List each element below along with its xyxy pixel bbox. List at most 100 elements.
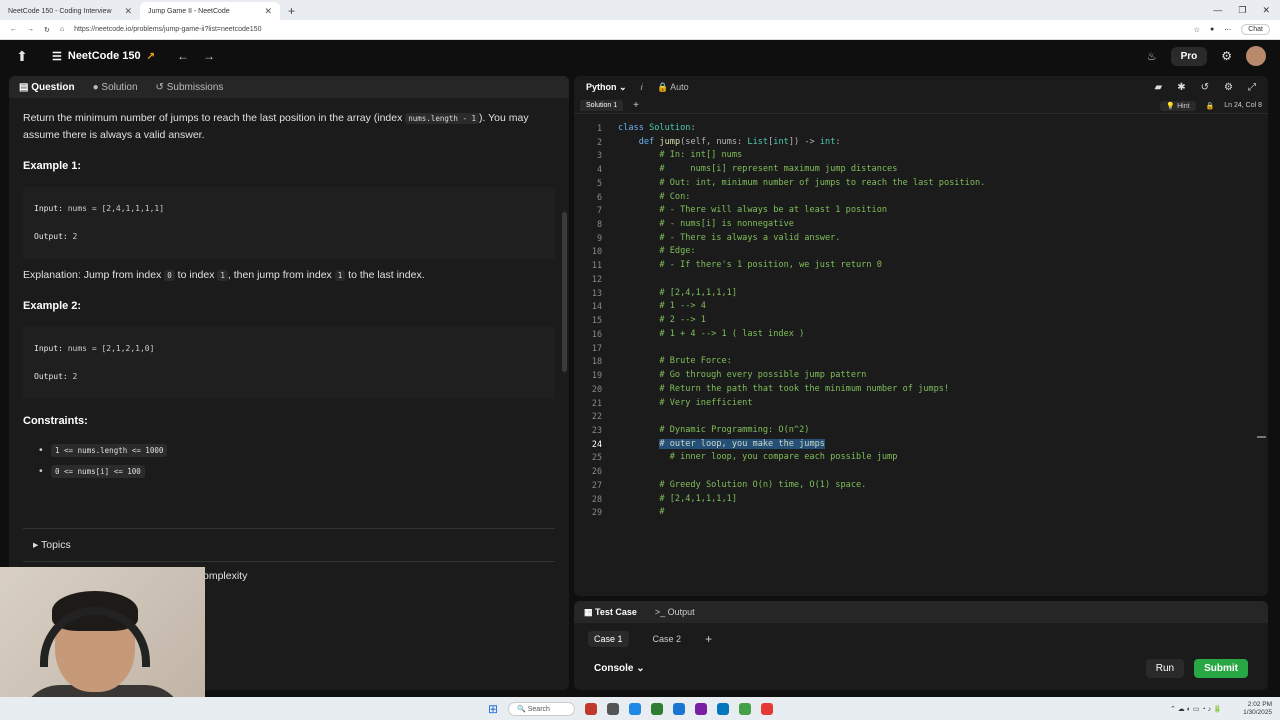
run-button[interactable]: Run	[1145, 659, 1185, 678]
url-field[interactable]: https://neetcode.io/problems/jump-game-i…	[74, 26, 1184, 33]
app-icon[interactable]	[716, 702, 729, 715]
case-1-tab[interactable]: Case 1	[588, 631, 629, 647]
maximize-icon[interactable]: ❐	[1238, 5, 1246, 16]
settings-icon[interactable]: ⚙	[1224, 82, 1233, 93]
reset-icon[interactable]: ↺	[1201, 82, 1209, 93]
app-icon[interactable]	[760, 702, 773, 715]
code-line: 28 # [2,4,1,1,1,1]	[574, 492, 1268, 506]
browser-tab-jump-game[interactable]: Jump Game II - NeetCode ✕	[140, 2, 280, 20]
mode-label: Auto	[670, 81, 689, 92]
chat-button[interactable]: Chat	[1241, 24, 1270, 35]
prev-problem-icon[interactable]: ←	[177, 49, 189, 63]
external-link-icon[interactable]: ↗	[147, 51, 155, 62]
topics-label: Topics	[41, 539, 71, 551]
hint-button[interactable]: 💡 Hint	[1160, 100, 1196, 111]
brand-label: NeetCode 150	[67, 50, 141, 62]
settings-icon[interactable]: ⚙	[1221, 49, 1232, 63]
code-line: 16 # 1 + 4 --> 1 ( last index )	[574, 327, 1268, 341]
app-icon[interactable]	[694, 702, 707, 715]
line-number: 6	[596, 191, 602, 202]
fullscreen-icon[interactable]: ⤢	[1248, 82, 1256, 93]
auto-mode[interactable]: 🔒 Auto	[657, 82, 689, 93]
close-icon[interactable]: ✕	[124, 6, 132, 17]
notes-icon[interactable]: ▰	[1155, 82, 1163, 93]
code-text: # Return the path that took the minimum …	[618, 383, 950, 394]
code-text: # Greedy Solution O(n) time, O(1) space.	[618, 479, 867, 490]
taskbar-search[interactable]: 🔍 Search	[508, 701, 575, 716]
case-2-tab[interactable]: Case 2	[647, 631, 688, 647]
pro-button[interactable]: Pro	[1170, 46, 1208, 66]
info-icon[interactable]: 𝑖	[641, 82, 643, 93]
console-toggle[interactable]: Console ⌄	[594, 663, 645, 674]
neetcode-logo-icon[interactable]: ⬆	[14, 47, 30, 65]
tab-solution-1[interactable]: Solution 1	[580, 100, 624, 111]
star-icon[interactable]: ☆	[1194, 26, 1200, 34]
tab-submissions[interactable]: ↺ Submissions	[156, 82, 224, 93]
menu-icon[interactable]: ⋯	[1224, 26, 1231, 34]
add-case-icon[interactable]: +	[705, 632, 712, 646]
submit-button[interactable]: Submit	[1194, 659, 1248, 678]
tab-output[interactable]: >_ Output	[655, 607, 695, 617]
code-text: # Con:	[618, 191, 691, 202]
list-icon: ☰	[52, 50, 62, 63]
code-line: 10 # Edge:	[574, 245, 1268, 259]
example1-title: Example 1:	[23, 160, 82, 172]
code-text: # - There is always a valid answer.	[618, 232, 841, 243]
example1-box: Input: nums = [2,4,1,1,1,1] Output: 2	[23, 187, 555, 259]
code-editor[interactable]: 1 class Solution: 2 def jump(self, nums: …	[574, 121, 1268, 519]
close-window-icon[interactable]: ✕	[1262, 5, 1270, 16]
line-number: 19	[591, 370, 602, 381]
code-text: # [2,4,1,1,1,1]	[618, 493, 737, 504]
code-line: 7 # - There will always be at least 1 po…	[574, 203, 1268, 217]
app-icon[interactable]	[606, 702, 619, 715]
tab-test-case-label: Test Case	[595, 606, 637, 617]
browser-tab-neetcode150[interactable]: NeetCode 150 - Coding Interview ✕	[0, 2, 140, 20]
reload-icon[interactable]: ↻	[44, 26, 50, 34]
explanation-part: to the last index.	[345, 269, 425, 281]
editor-scrollbar[interactable]	[1257, 436, 1266, 438]
solution-tabs: Solution 1 + 💡 Hint 🔒 Ln 24, Col 8	[574, 98, 1268, 114]
fire-icon[interactable]: ♨	[1147, 50, 1157, 63]
system-tray-icons[interactable]: ⌃ ☁ ◐ ▭ ◔ ♪ 🔋	[1170, 705, 1222, 713]
clock[interactable]: 2:02 PM 1/30/2025	[1243, 701, 1272, 717]
example1-output: 2	[72, 232, 78, 241]
tab-output-label: Output	[667, 607, 695, 617]
back-icon[interactable]: ←	[10, 26, 17, 33]
app-icon[interactable]	[738, 702, 751, 715]
os-taskbar: ⊞ 🔍 Search ⌃ ☁ ◐ ▭ ◔ ♪ 🔋 2:02 PM 1/30/20…	[0, 697, 1280, 720]
list-item: 1 <= nums.length <= 1000	[39, 442, 555, 459]
tab-test-case[interactable]: ▦ Test Case	[584, 607, 637, 618]
minimize-icon[interactable]: —	[1213, 5, 1222, 15]
forward-icon[interactable]: →	[27, 26, 34, 33]
code-text: # Out: int, minimum number of jumps to r…	[618, 177, 986, 188]
tab-question[interactable]: ▤ Question	[19, 82, 75, 93]
code-text: # outer loop, you make the jumps	[659, 438, 825, 449]
vscode-icon[interactable]	[672, 702, 685, 715]
code-text: # inner loop, you compare each possible …	[618, 452, 898, 463]
tab-solution[interactable]: ● Solution	[93, 82, 138, 93]
example2-input: nums = [2,1,2,1,0]	[67, 344, 155, 353]
profile-icon[interactable]: ●	[1210, 26, 1214, 33]
topics-toggle[interactable]: ▸ Topics	[9, 529, 569, 561]
complexity-label[interactable]: omplexity	[203, 570, 247, 582]
next-problem-icon[interactable]: →	[203, 49, 215, 63]
debug-icon[interactable]: ✱	[1177, 82, 1185, 93]
app-icon[interactable]	[650, 702, 663, 715]
constraints-list: 1 <= nums.length <= 1000 0 <= nums[i] <=…	[23, 442, 555, 480]
new-tab-icon[interactable]: +	[280, 2, 303, 20]
case-tabs: Case 1 Case 2 +	[574, 623, 1268, 655]
home-icon[interactable]: ⌂	[60, 26, 64, 33]
output-label: Output:	[34, 232, 68, 241]
code-text: # [2,4,1,1,1,1]	[618, 287, 737, 298]
add-solution-icon[interactable]: +	[633, 100, 639, 111]
windows-start-icon[interactable]: ⊞	[488, 702, 498, 716]
avatar[interactable]	[1246, 46, 1266, 66]
line-number: 7	[596, 205, 602, 216]
example2-title: Example 2:	[23, 300, 82, 312]
problem-list-title[interactable]: ☰ NeetCode 150 ↗	[52, 50, 155, 63]
close-icon[interactable]: ✕	[264, 6, 272, 17]
language-select[interactable]: Python ⌄	[586, 82, 627, 93]
app-icon[interactable]	[584, 702, 597, 715]
edge-icon[interactable]	[628, 702, 641, 715]
left-scrollbar[interactable]	[562, 212, 567, 372]
